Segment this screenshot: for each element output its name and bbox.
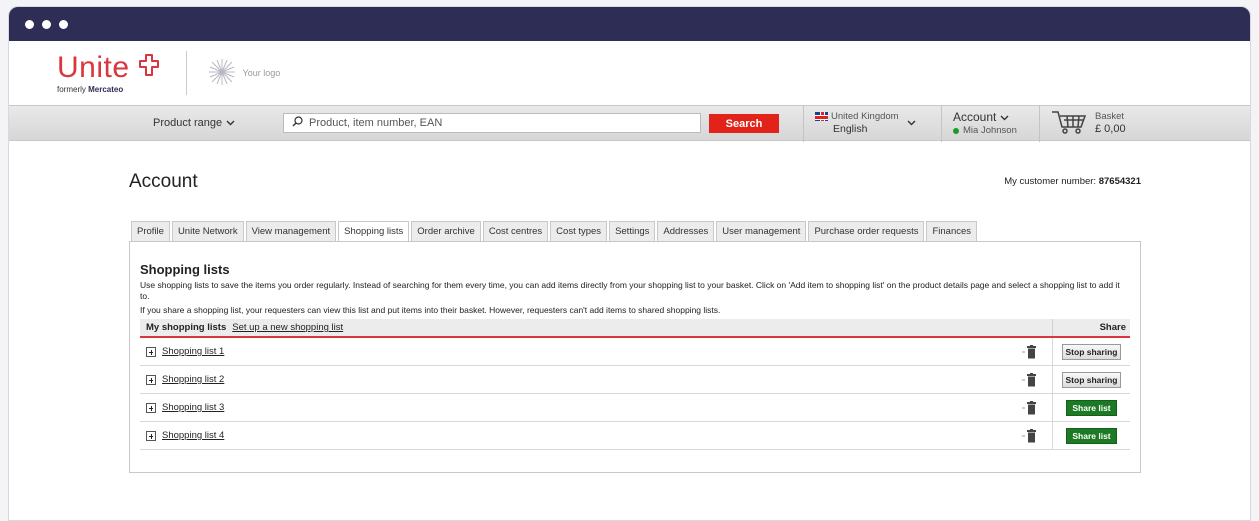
- section-title: Shopping lists: [140, 262, 230, 277]
- chevron-down-icon: [1000, 110, 1009, 124]
- shopping-list-link[interactable]: Shopping list 4: [162, 430, 224, 441]
- setup-new-list-link[interactable]: Set up a new shopping list: [232, 322, 343, 333]
- account-menu[interactable]: Account Mia Johnson: [953, 110, 1017, 138]
- chevron-down-icon: [226, 117, 235, 129]
- tab-unite-network[interactable]: Unite Network: [171, 221, 244, 242]
- share-list-button[interactable]: Share list: [1066, 427, 1117, 444]
- logo-divider: [185, 51, 187, 95]
- tab-purchase-order-requests[interactable]: Purchase order requests: [808, 221, 925, 242]
- your-logo: Your logo: [207, 57, 281, 89]
- delete-list-trash-icon[interactable]: [1022, 373, 1038, 387]
- tab-cost-types[interactable]: Cost types: [550, 221, 608, 242]
- stop-sharing-button[interactable]: Stop sharing: [1061, 371, 1122, 388]
- search-input[interactable]: [309, 117, 689, 129]
- list-item: Shopping list 2 Stop sharing: [140, 366, 1130, 394]
- shopping-list-link[interactable]: Shopping list 1: [162, 346, 224, 357]
- tab-view-management[interactable]: View management: [245, 221, 337, 242]
- expand-plus-icon[interactable]: [146, 402, 156, 413]
- brand-formerly: formerly Mercateo: [57, 85, 160, 94]
- expand-plus-icon[interactable]: [146, 374, 156, 385]
- shopping-list-header: My shopping lists Set up a new shopping …: [140, 319, 1130, 338]
- language-selector[interactable]: United Kingdom English: [815, 110, 916, 136]
- share-column-heading: Share: [1099, 322, 1126, 333]
- logo-bar: Unite formerly Mercateo Your logo: [9, 41, 1250, 105]
- nav-separator: [941, 106, 942, 142]
- formerly-name: Mercateo: [88, 84, 124, 94]
- list-item: Shopping list 3 Share list: [140, 394, 1130, 422]
- tab-settings[interactable]: Settings: [609, 221, 656, 242]
- window-maximize-dot[interactable]: [59, 19, 68, 29]
- language-label: English: [833, 123, 868, 135]
- window-minimize-dot[interactable]: [42, 19, 51, 29]
- list-item: Shopping list 1 Stop sharing: [140, 338, 1130, 366]
- delete-list-trash-icon[interactable]: [1022, 345, 1038, 359]
- share-cell: Stop sharing: [1052, 366, 1130, 393]
- delete-list-trash-icon[interactable]: [1022, 401, 1038, 415]
- shopping-lists-panel: Shopping lists Use shopping lists to sav…: [129, 241, 1141, 473]
- basket-button[interactable]: Basket £ 0,00: [1051, 109, 1126, 137]
- search-icon: [292, 114, 303, 132]
- brand-logo[interactable]: Unite formerly Mercateo: [57, 50, 160, 94]
- cart-icon: [1051, 109, 1087, 137]
- customer-number-value: 87654321: [1098, 176, 1141, 187]
- window-titlebar: [9, 7, 1250, 41]
- product-range-menu[interactable]: Product range: [153, 117, 235, 129]
- tab-cost-centres[interactable]: Cost centres: [482, 221, 549, 242]
- shopping-list-link[interactable]: Shopping list 3: [162, 402, 224, 413]
- your-logo-text: Your logo: [242, 68, 281, 78]
- section-description: Use shopping lists to save the items you…: [140, 280, 1120, 301]
- nav-separator: [803, 106, 804, 142]
- search-button[interactable]: Search: [709, 114, 779, 133]
- brand-name: Unite: [57, 50, 130, 84]
- tab-shopping-lists[interactable]: Shopping lists: [338, 221, 410, 242]
- customer-number-label: My customer number:: [1004, 176, 1097, 187]
- share-cell: Share list: [1052, 394, 1130, 421]
- tab-order-archive[interactable]: Order archive: [411, 221, 481, 242]
- account-label: Account: [953, 110, 997, 124]
- list-item: Shopping list 4 Share list: [140, 422, 1130, 450]
- account-tabs: Profile Unite Network View management Sh…: [131, 221, 978, 242]
- main-navbar: Product range Search United Kingdom Engl…: [9, 105, 1250, 142]
- country-label: United Kingdom: [831, 111, 899, 122]
- tab-finances[interactable]: Finances: [926, 221, 978, 242]
- online-status-icon: [953, 128, 959, 134]
- tab-user-management[interactable]: User management: [716, 221, 807, 242]
- share-cell: Share list: [1052, 422, 1130, 449]
- delete-list-trash-icon[interactable]: [1022, 429, 1038, 443]
- share-list-button[interactable]: Share list: [1066, 399, 1117, 416]
- my-shopping-lists-heading: My shopping lists: [146, 322, 227, 333]
- page-title: Account: [129, 171, 198, 192]
- stop-sharing-button[interactable]: Stop sharing: [1061, 343, 1122, 360]
- basket-label: Basket: [1095, 111, 1125, 122]
- chevron-down-icon: [907, 117, 916, 130]
- tab-addresses[interactable]: Addresses: [657, 221, 715, 242]
- browser-window: Unite formerly Mercateo Your logo Produc…: [8, 6, 1251, 521]
- formerly-prefix: formerly: [57, 84, 86, 94]
- share-cell: Stop sharing: [1052, 338, 1130, 365]
- uk-flag-icon: [815, 111, 828, 121]
- sharing-description: If you share a shopping list, your reque…: [140, 305, 721, 315]
- window-close-dot[interactable]: [25, 19, 34, 29]
- search-box: [283, 113, 701, 133]
- shopping-list-link[interactable]: Shopping list 2: [162, 374, 224, 385]
- expand-plus-icon[interactable]: [146, 346, 156, 357]
- nav-separator: [1039, 106, 1040, 142]
- expand-plus-icon[interactable]: [146, 430, 156, 441]
- customer-number: My customer number: 87654321: [1004, 176, 1141, 187]
- basket-amount: £ 0,00: [1095, 123, 1126, 135]
- tab-profile[interactable]: Profile: [131, 221, 170, 242]
- product-range-label: Product range: [153, 117, 223, 129]
- sunburst-icon: [207, 57, 237, 89]
- unite-cross-icon: [138, 53, 160, 82]
- user-name: Mia Johnson: [963, 125, 1017, 136]
